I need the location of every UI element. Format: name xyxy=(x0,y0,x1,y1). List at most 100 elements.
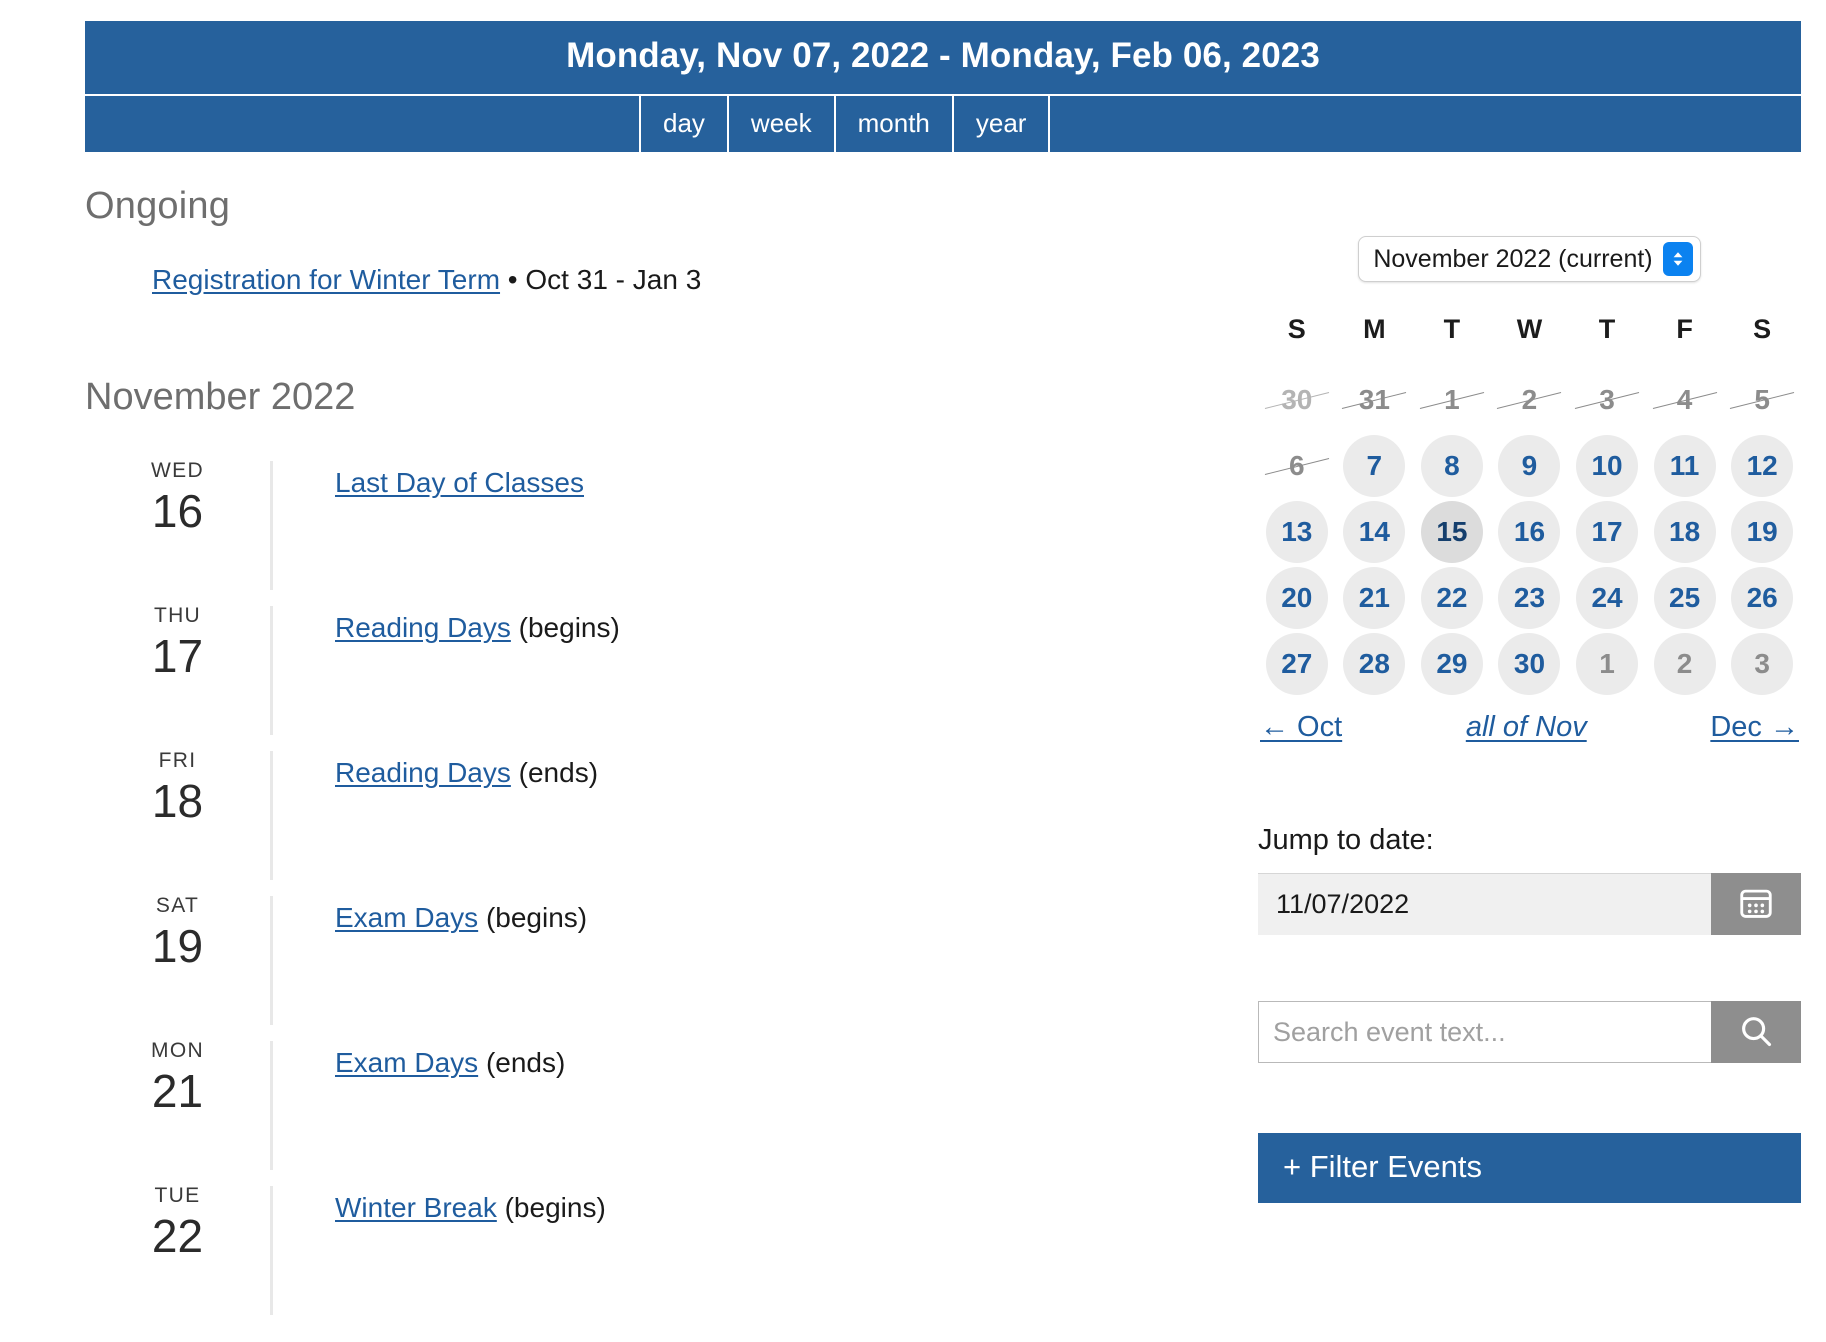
event-link[interactable]: Reading Days xyxy=(335,612,511,643)
calendar-day-20[interactable]: 20 xyxy=(1265,567,1328,629)
event-daynum: 21 xyxy=(151,1065,204,1118)
tab-year[interactable]: year xyxy=(954,95,1051,152)
calendar-day-25[interactable]: 25 xyxy=(1653,567,1716,629)
calendar-day-10[interactable]: 10 xyxy=(1576,435,1639,497)
event-daynum: 16 xyxy=(151,485,204,538)
event-rows: WED 16 Last Day of Classes THU 17 Readin… xyxy=(85,457,1215,1327)
calendar-day-26[interactable]: 26 xyxy=(1731,567,1794,629)
calendar-day-cell: 5 xyxy=(1723,367,1801,433)
calendar-day-cell: 11 xyxy=(1646,433,1724,499)
tab-week[interactable]: week xyxy=(729,95,836,152)
calendar-day-2[interactable]: 2 xyxy=(1653,633,1716,695)
month-select-label: November 2022 (current) xyxy=(1373,244,1653,273)
calendar-header: Monday, Nov 07, 2022 - Monday, Feb 06, 2… xyxy=(85,21,1801,152)
tab-spacer-left xyxy=(85,95,641,152)
calendar-day-cell: 15 xyxy=(1413,499,1491,565)
calendar-day-cell: 8 xyxy=(1413,433,1491,499)
event-link[interactable]: Last Day of Classes xyxy=(335,467,584,498)
calendar-day-31: 31 xyxy=(1343,369,1405,431)
search-button[interactable] xyxy=(1711,1001,1801,1063)
weekday-header: S xyxy=(1287,314,1306,344)
calendar-day-23[interactable]: 23 xyxy=(1498,567,1561,629)
event-detail: Reading Days (ends) xyxy=(273,747,1215,791)
calendar-day-15[interactable]: 15 xyxy=(1420,501,1483,563)
calendar-day-30[interactable]: 30 xyxy=(1498,633,1561,695)
calendar-day-cell: 30 xyxy=(1491,631,1569,697)
calendar-day-9[interactable]: 9 xyxy=(1498,435,1561,497)
filter-events-button[interactable]: + Filter Events xyxy=(1258,1133,1801,1203)
search-row xyxy=(1258,1001,1801,1063)
event-date: SAT 19 xyxy=(85,892,270,973)
chevron-updown-icon[interactable] xyxy=(1662,242,1693,276)
all-month-link[interactable]: all of Nov xyxy=(1466,711,1587,744)
event-daynum: 18 xyxy=(151,775,204,828)
calendar-day-cell: 1 xyxy=(1568,631,1646,697)
weekday-header: S xyxy=(1753,314,1772,344)
tab-month[interactable]: month xyxy=(836,95,954,152)
calendar-day-18[interactable]: 18 xyxy=(1653,501,1716,563)
event-detail: Winter Break (begins) xyxy=(273,1182,1215,1226)
month-heading: November 2022 xyxy=(85,376,356,419)
calendar-day-5: 5 xyxy=(1731,369,1793,431)
calendar-day-19[interactable]: 19 xyxy=(1731,501,1794,563)
calendar-week-row: 20 21 22 23 24 25 26 xyxy=(1258,565,1801,631)
calendar-day-16[interactable]: 16 xyxy=(1498,501,1561,563)
calendar-day-21[interactable]: 21 xyxy=(1343,567,1406,629)
calendar-day-7[interactable]: 7 xyxy=(1343,435,1406,497)
calendar-week-row: 30 31 1 2 3 4 5 xyxy=(1258,367,1801,433)
calendar-day-4: 4 xyxy=(1654,369,1716,431)
calendar-day-cell: 16 xyxy=(1491,499,1569,565)
calendar-day-1[interactable]: 1 xyxy=(1576,633,1639,695)
tab-day[interactable]: day xyxy=(641,95,729,152)
event-dow: FRI xyxy=(158,749,197,773)
month-select[interactable]: November 2022 (current) xyxy=(1358,236,1701,282)
event-link[interactable]: Exam Days xyxy=(335,902,478,933)
events-column: Ongoing Registration for Winter Term • O… xyxy=(85,185,1215,1327)
prev-month-link[interactable]: ← Oct xyxy=(1260,711,1342,744)
calendar-week-row: 13 14 15 16 17 18 19 xyxy=(1258,499,1801,565)
event-dow: SAT xyxy=(155,894,200,918)
table-row: THU 17 Reading Days (begins) xyxy=(85,602,1215,747)
jump-date-input[interactable] xyxy=(1258,873,1711,935)
calendar-day-27[interactable]: 27 xyxy=(1265,633,1328,695)
calendar-day-cell: 1 xyxy=(1413,367,1491,433)
event-daynum: 22 xyxy=(151,1210,204,1263)
calendar-icon xyxy=(1737,884,1775,925)
calendar-day-cell: 21 xyxy=(1336,565,1414,631)
calendar-page: Monday, Nov 07, 2022 - Monday, Feb 06, 2… xyxy=(0,0,1826,1342)
calendar-day-11[interactable]: 11 xyxy=(1653,435,1716,497)
calendar-day-28[interactable]: 28 xyxy=(1343,633,1406,695)
next-month-link[interactable]: Dec → xyxy=(1710,711,1799,744)
view-tabs: day week month year xyxy=(85,93,1801,152)
month-select-wrap: November 2022 (current) xyxy=(1258,236,1801,282)
calendar-day-8[interactable]: 8 xyxy=(1420,435,1483,497)
calendar-day-cell: 23 xyxy=(1491,565,1569,631)
ongoing-event-link[interactable]: Registration for Winter Term xyxy=(152,264,500,295)
calendar-day-cell: 30 xyxy=(1258,367,1336,433)
calendar-day-cell: 26 xyxy=(1723,565,1801,631)
calendar-day-3[interactable]: 3 xyxy=(1731,633,1794,695)
calendar-day-22[interactable]: 22 xyxy=(1420,567,1483,629)
calendar-day-12[interactable]: 12 xyxy=(1731,435,1794,497)
table-row: MON 21 Exam Days (ends) xyxy=(85,1037,1215,1182)
calendar-day-14[interactable]: 14 xyxy=(1343,501,1406,563)
calendar-day-29[interactable]: 29 xyxy=(1420,633,1483,695)
event-link[interactable]: Exam Days xyxy=(335,1047,478,1078)
event-suffix: (ends) xyxy=(518,757,599,789)
calendar-picker-button[interactable] xyxy=(1711,873,1801,935)
event-link[interactable]: Winter Break xyxy=(335,1192,497,1223)
event-detail: Exam Days (ends) xyxy=(273,1037,1215,1081)
event-link[interactable]: Reading Days xyxy=(335,757,511,788)
calendar-day-17[interactable]: 17 xyxy=(1576,501,1639,563)
table-row: TUE 22 Winter Break (begins) xyxy=(85,1182,1215,1327)
calendar-day-3: 3 xyxy=(1576,369,1638,431)
mini-calendar: S M T W T F S 30 31 1 2 3 4 5 6 7 8 9 10 11 12 13 14 15 1… xyxy=(1258,314,1801,697)
calendar-day-24[interactable]: 24 xyxy=(1576,567,1639,629)
jump-to-date-row xyxy=(1258,873,1801,935)
calendar-day-13[interactable]: 13 xyxy=(1265,501,1328,563)
calendar-week-row: 27 28 29 30 1 2 3 xyxy=(1258,631,1801,697)
mini-calendar-body: 30 31 1 2 3 4 5 6 7 8 9 10 11 12 13 14 15 16 17 18 19 20 21 22 2… xyxy=(1258,367,1801,697)
event-date: FRI 18 xyxy=(85,747,270,828)
search-input[interactable] xyxy=(1258,1001,1711,1063)
event-date: MON 21 xyxy=(85,1037,270,1118)
